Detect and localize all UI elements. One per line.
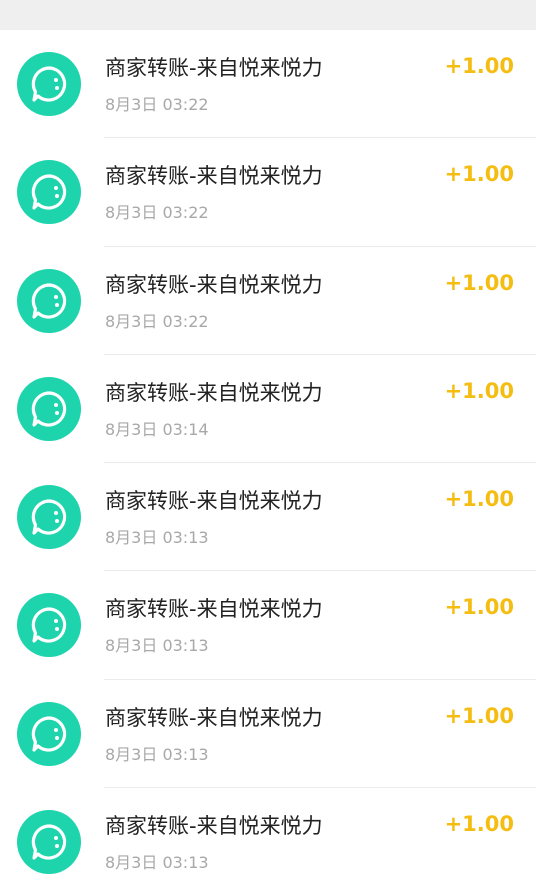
transaction-row[interactable]: 商家转账-来自悦来悦力 8月3日 03:13 +1.00 [0,788,536,896]
transaction-title: 商家转账-来自悦来悦力 [105,705,323,730]
transaction-row[interactable]: 商家转账-来自悦来悦力 8月3日 03:13 +1.00 [0,680,536,789]
chat-bubble-icon [17,810,81,875]
transaction-time: 8月3日 03:22 [105,203,209,223]
transaction-amount: +1.00 [444,54,514,78]
transaction-time: 8月3日 03:14 [105,419,209,439]
transaction-row[interactable]: 商家转账-来自悦来悦力 8月3日 03:13 +1.00 [0,463,536,572]
transaction-title: 商家转账-来自悦来悦力 [105,814,323,839]
transaction-row[interactable]: 商家转账-来自悦来悦力 8月3日 03:22 +1.00 [0,138,536,247]
transaction-time: 8月3日 03:13 [105,636,209,656]
transaction-row[interactable]: 商家转账-来自悦来悦力 8月3日 03:13 +1.00 [0,571,536,680]
transaction-title: 商家转账-来自悦来悦力 [105,164,323,189]
transaction-time: 8月3日 03:13 [105,853,209,873]
chat-bubble-icon [17,52,81,116]
transaction-amount: +1.00 [444,270,514,295]
chat-bubble-icon [17,701,81,766]
transaction-amount: +1.00 [444,162,514,187]
chat-bubble-icon [17,485,81,550]
chat-bubble-icon [17,160,81,225]
transaction-title: 商家转账-来自悦来悦力 [105,489,323,514]
transaction-title: 商家转账-来自悦来悦力 [105,380,323,405]
transaction-row[interactable]: 商家转账-来自悦来悦力 8月3日 03:22 +1.00 [0,247,536,355]
transaction-time: 8月3日 03:22 [105,95,209,114]
transaction-row[interactable]: 商家转账-来自悦来悦力 8月3日 03:22 +1.00 [0,30,536,139]
transaction-title: 商家转账-来自悦来悦力 [105,56,323,80]
transaction-row[interactable]: 商家转账-来自悦来悦力 8月3日 03:14 +1.00 [0,355,536,464]
chat-bubble-icon [17,376,81,441]
transaction-time: 8月3日 03:13 [105,528,209,548]
transaction-list: 商家转账-来自悦来悦力 8月3日 03:22 +1.00 商家转账-来自悦来悦力… [0,30,536,896]
transaction-amount: +1.00 [444,378,514,403]
transaction-amount: +1.00 [444,487,514,512]
transaction-amount: +1.00 [444,703,514,728]
chat-bubble-icon [17,268,81,333]
chat-bubble-icon [17,593,81,658]
transaction-amount: +1.00 [444,812,514,837]
transaction-amount: +1.00 [444,595,514,620]
transaction-title: 商家转账-来自悦来悦力 [105,272,323,297]
section-header [0,0,536,30]
transaction-time: 8月3日 03:22 [105,311,209,331]
transaction-title: 商家转账-来自悦来悦力 [105,597,323,622]
transaction-time: 8月3日 03:13 [105,744,209,764]
